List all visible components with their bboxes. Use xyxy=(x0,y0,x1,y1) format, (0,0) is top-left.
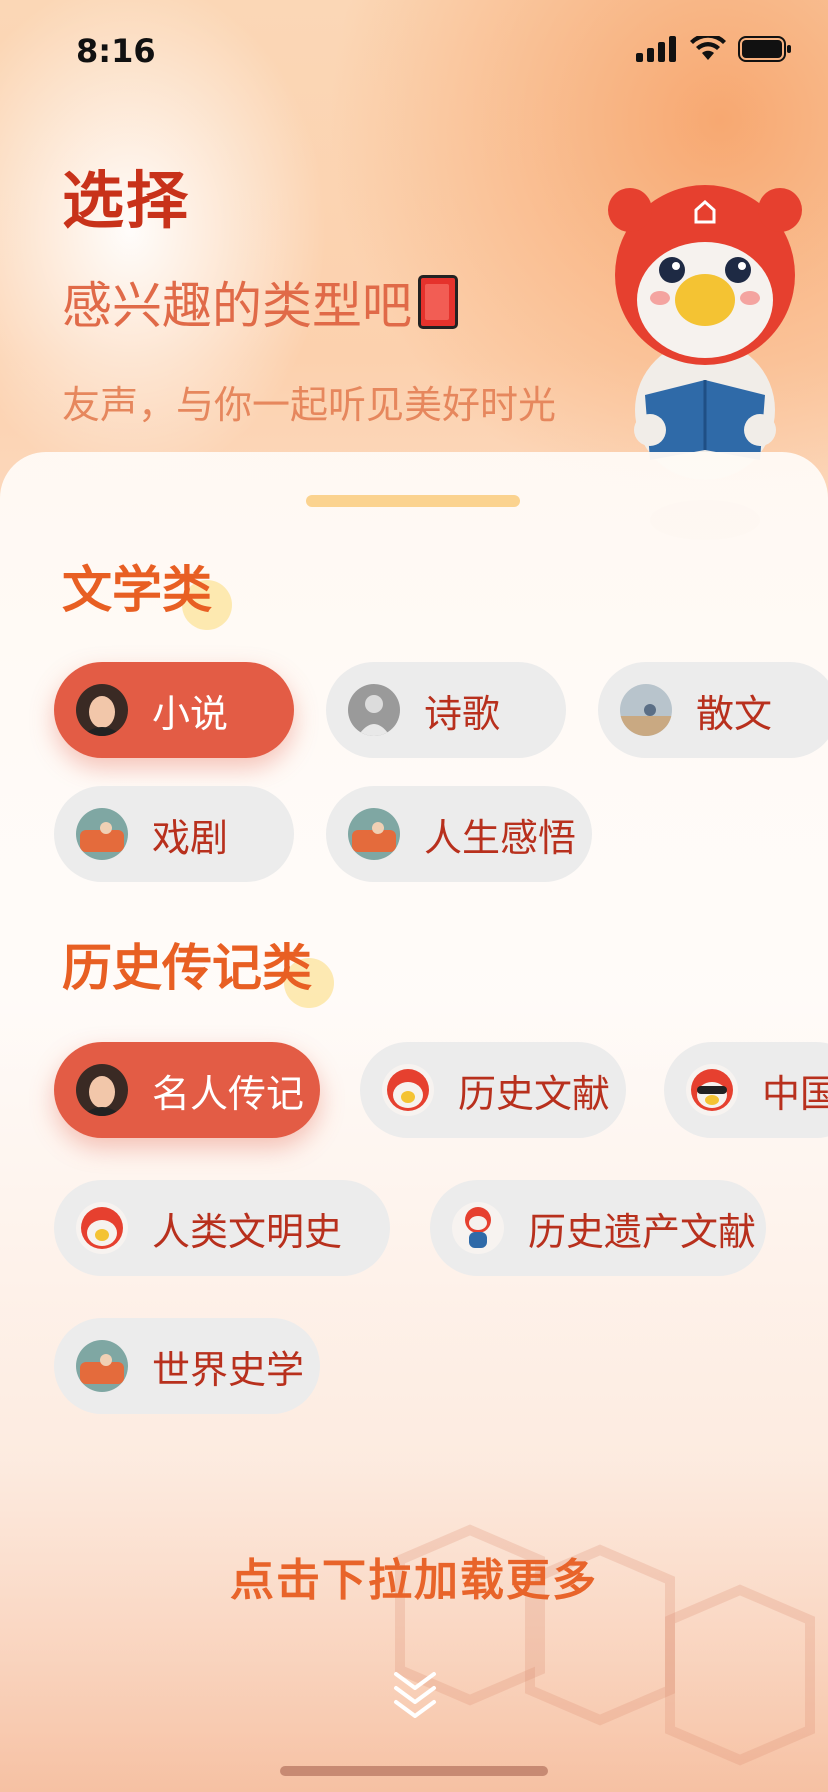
avatar-mascot xyxy=(382,1064,434,1116)
drag-handle[interactable] xyxy=(306,495,520,507)
chip-label: 戏剧 xyxy=(152,815,229,860)
chip-essay[interactable]: 散文 xyxy=(598,662,828,758)
chip-label: 诗歌 xyxy=(424,691,501,736)
chip-human-civilization[interactable]: 人类文明史 xyxy=(54,1180,390,1276)
chip-historical-documents[interactable]: 历史文献 xyxy=(360,1042,626,1138)
avatar-mascot-sunglasses xyxy=(686,1064,738,1116)
book-icon xyxy=(418,275,458,329)
page-subtitle: 感兴趣的类型吧 xyxy=(62,266,556,338)
avatar-van-photo xyxy=(76,808,128,860)
chip-label: 人类文明史 xyxy=(152,1209,343,1254)
subtitle-text: 感兴趣的类型吧 xyxy=(62,277,412,335)
chip-heritage-documents[interactable]: 历史遗产文献 xyxy=(430,1180,766,1276)
avatar-landscape-photo xyxy=(620,684,672,736)
chip-label: 中国 xyxy=(762,1071,828,1116)
chevron-down-icon[interactable] xyxy=(392,1668,438,1724)
status-icons xyxy=(636,36,792,62)
page-title: 选择 xyxy=(62,164,191,237)
load-more-hint[interactable]: 点击下拉加载更多 xyxy=(0,1544,828,1608)
avatar-man-bw-portrait xyxy=(348,684,400,736)
chip-china[interactable]: 中国 xyxy=(664,1042,828,1138)
chip-label: 人生感悟 xyxy=(424,815,577,860)
chip-poetry[interactable]: 诗歌 xyxy=(326,662,566,758)
status-bar: 8:16 xyxy=(0,0,828,100)
chip-drama[interactable]: 戏剧 xyxy=(54,786,294,882)
avatar-woman-portrait xyxy=(76,1064,128,1116)
chip-label: 历史遗产文献 xyxy=(528,1209,757,1254)
battery-icon xyxy=(738,36,791,62)
home-indicator xyxy=(280,1766,548,1776)
chip-label: 世界史学 xyxy=(152,1347,305,1392)
section-title-history: 历史传记类 xyxy=(62,928,334,1008)
signal-icon xyxy=(636,36,676,62)
chip-world-history[interactable]: 世界史学 xyxy=(54,1318,320,1414)
chip-life-insights[interactable]: 人生感悟 xyxy=(326,786,592,882)
wifi-icon xyxy=(690,36,726,60)
slogan: 友声，与你一起听见美好时光 xyxy=(62,383,557,427)
avatar-van-photo xyxy=(76,1340,128,1392)
header: 选择 感兴趣的类型吧 友声，与你一起听见美好时光 xyxy=(62,150,556,429)
avatar-mascot-standing xyxy=(452,1202,504,1254)
section-title-text: 历史传记类 xyxy=(62,939,312,997)
chip-label: 小说 xyxy=(152,691,229,736)
chip-biography[interactable]: 名人传记 xyxy=(54,1042,320,1138)
chip-label: 散文 xyxy=(696,691,773,736)
avatar-woman-portrait xyxy=(76,684,128,736)
avatar-van-photo xyxy=(348,808,400,860)
chip-label: 名人传记 xyxy=(152,1071,305,1116)
avatar-mascot xyxy=(76,1202,128,1254)
section-title-text: 文学类 xyxy=(62,561,212,619)
section-title-literature: 文学类 xyxy=(62,550,232,630)
chip-label: 历史文献 xyxy=(458,1071,611,1116)
status-time: 8:16 xyxy=(76,32,156,70)
chip-novel[interactable]: 小说 xyxy=(54,662,294,758)
